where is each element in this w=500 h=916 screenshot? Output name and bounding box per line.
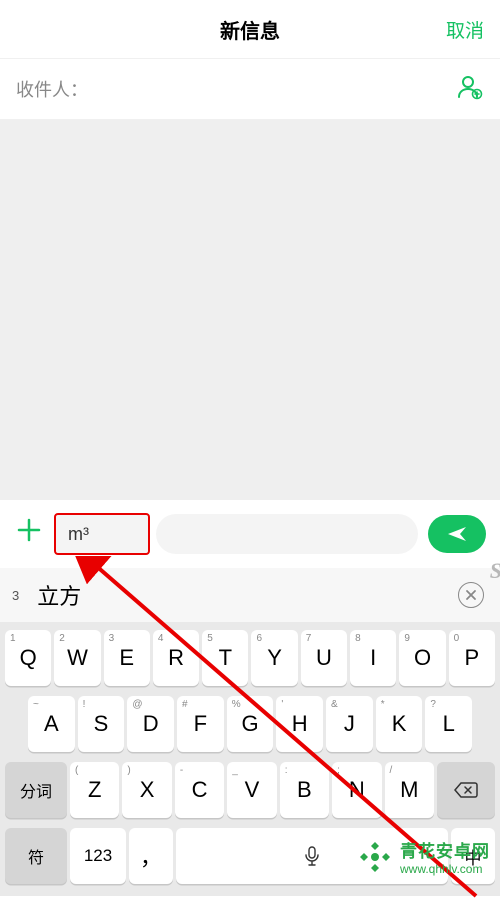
key-v[interactable]: _V [227,762,276,818]
key-d[interactable]: @D [127,696,174,752]
key-j[interactable]: &J [326,696,373,752]
recipient-label: 收件人： [16,76,456,102]
key-l[interactable]: ?L [425,696,472,752]
key-g[interactable]: %G [227,696,274,752]
key-z[interactable]: (Z [70,762,119,818]
key-a[interactable]: ~A [28,696,75,752]
message-input-rest[interactable] [156,514,418,554]
header: 新信息 取消 [0,0,500,58]
key-r[interactable]: 4R [153,630,199,686]
key-c[interactable]: -C [175,762,224,818]
page-title: 新信息 [220,15,280,44]
add-contact-icon[interactable] [456,73,484,106]
ime-candidate-bar: 3 立方 S [0,568,500,622]
keyboard-row-3: 分词 (Z)X-C_V:B;N/M [2,762,498,818]
comma-key[interactable]: ， [129,828,173,884]
key-y[interactable]: 6Y [251,630,297,686]
key-k[interactable]: *K [376,696,423,752]
message-area[interactable] [0,120,500,500]
watermark-logo-icon [356,838,394,876]
key-p[interactable]: 0P [449,630,495,686]
input-bar: m³ [0,500,500,568]
key-x[interactable]: )X [122,762,171,818]
key-q[interactable]: 1Q [5,630,51,686]
key-m[interactable]: /M [385,762,434,818]
watermark-url: www.qhhlv.com [400,862,490,876]
key-e[interactable]: 3E [104,630,150,686]
key-h[interactable]: 'H [276,696,323,752]
key-n[interactable]: ;N [332,762,381,818]
recipient-row[interactable]: 收件人： [0,58,500,120]
backspace-key[interactable] [437,762,495,818]
message-input-value: m³ [68,524,89,545]
key-f[interactable]: #F [177,696,224,752]
candidate-word[interactable]: 立方 [37,579,81,611]
key-t[interactable]: 5T [202,630,248,686]
keyboard-row-2: ~A!S@D#F%G'H&J*K?L [2,696,498,752]
key-i[interactable]: 8I [350,630,396,686]
send-button[interactable] [428,515,486,553]
cancel-button[interactable]: 取消 [446,16,484,43]
keyboard-row-1: 1Q2W3E4R5T6Y7U8I9O0P [2,630,498,686]
candidate-superscript[interactable]: 3 [12,588,19,603]
key-b[interactable]: :B [280,762,329,818]
watermark-title: 青花安卓网 [400,837,490,862]
attach-button[interactable] [14,517,44,551]
segment-key[interactable]: 分词 [5,762,67,818]
number-key[interactable]: 123 [70,828,126,884]
key-o[interactable]: 9O [399,630,445,686]
key-w[interactable]: 2W [54,630,100,686]
symbol-key[interactable]: 符 [5,828,67,884]
key-u[interactable]: 7U [301,630,347,686]
microphone-icon [302,845,322,867]
watermark: 青花安卓网 www.qhhlv.com [356,837,490,876]
keyboard-brand-icon: S [490,558,500,584]
candidate-clear-button[interactable] [458,582,484,608]
key-s[interactable]: !S [78,696,125,752]
message-input[interactable]: m³ [54,513,150,555]
